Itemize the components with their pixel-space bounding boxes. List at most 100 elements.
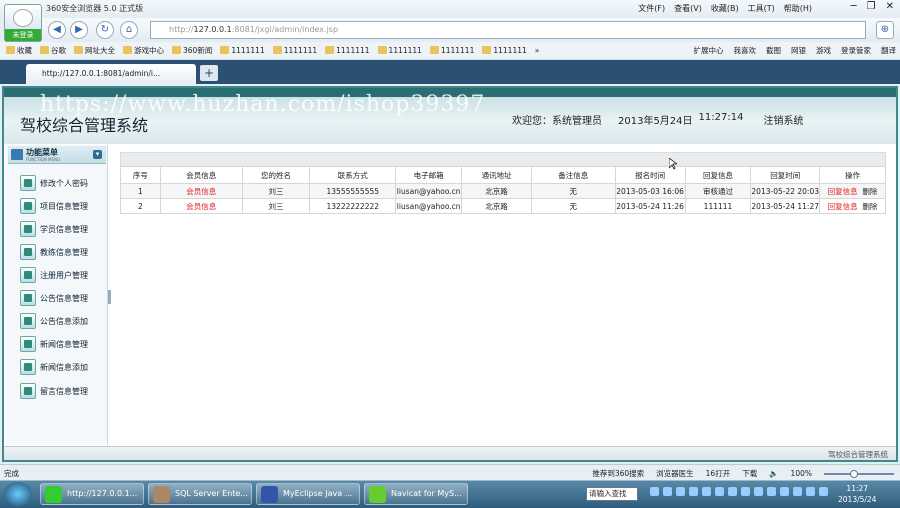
menu-file[interactable]: 文件(F)	[638, 3, 665, 14]
sidebar-item-projects[interactable]: 项目信息管理	[20, 197, 88, 215]
fav-item[interactable]: 1111111	[325, 42, 370, 59]
task-sqlserver[interactable]: SQL Server Ente...	[148, 483, 252, 505]
download-button[interactable]: 下载	[742, 468, 757, 479]
refresh-icon[interactable]: ↻	[96, 21, 114, 39]
fav-item[interactable]: 网址大全	[74, 42, 115, 59]
fav-item[interactable]: 360新闻	[172, 42, 212, 59]
tab-active[interactable]: http://127.0.0.1:8081/admin/i...	[26, 64, 196, 84]
translate-button[interactable]: 翻译	[881, 42, 896, 60]
restore-icon[interactable]: ❐	[867, 1, 876, 12]
member-link[interactable]: 会员信息	[159, 183, 243, 199]
reply-link[interactable]: 回复信息	[828, 187, 858, 196]
reply-link[interactable]: 回复信息	[828, 202, 858, 211]
task-navicat[interactable]: Navicat for MyS...	[364, 483, 468, 505]
user-avatar[interactable]: 未登录	[4, 4, 42, 42]
sidebar-item-messages[interactable]: 留言信息管理	[20, 382, 88, 400]
tray-icon[interactable]	[793, 487, 802, 496]
tray-icon[interactable]	[767, 487, 776, 496]
sound-icon[interactable]: 🔈	[769, 469, 778, 478]
ext-center-button[interactable]: 扩展中心	[694, 42, 724, 60]
tray-icon[interactable]	[806, 487, 815, 496]
fav-label: 1111111	[493, 46, 527, 55]
fav-item[interactable]: 1111111	[482, 42, 527, 59]
fav-label: 1111111	[283, 46, 318, 55]
collapse-icon[interactable]: ▾	[93, 150, 102, 159]
screenshot-button[interactable]: 截图	[766, 42, 781, 60]
tray-icon[interactable]	[780, 487, 789, 496]
fav-more-button[interactable]: »	[535, 42, 540, 59]
fav-item[interactable]: 1111111	[272, 42, 318, 59]
fav-item[interactable]: 游戏中心	[123, 42, 164, 59]
col-address: 通讯地址	[461, 166, 532, 184]
member-link[interactable]: 会员信息	[159, 198, 243, 214]
logout-link[interactable]: 注销系统	[763, 112, 803, 127]
item-icon	[20, 267, 36, 283]
games-button[interactable]: 游戏	[816, 42, 831, 60]
sidebar-item-change-password[interactable]: 修改个人密码	[20, 174, 88, 192]
close-icon[interactable]: ✕	[886, 1, 894, 12]
forward-icon[interactable]: ▶	[70, 21, 88, 39]
cell-reply-time: 2013-05-22 20:03	[750, 183, 820, 199]
sidebar-item-notices[interactable]: 公告信息管理	[20, 289, 88, 307]
search-icon[interactable]: ⊕	[876, 21, 894, 39]
sidebar-item-label: 修改个人密码	[40, 178, 88, 188]
delete-link[interactable]: 删除	[862, 202, 877, 211]
task-label: Navicat for MyS...	[391, 489, 462, 498]
tray-icon[interactable]	[715, 487, 724, 496]
tray-icon[interactable]	[676, 487, 685, 496]
tray-icon[interactable]	[741, 487, 750, 496]
data-table: 序号 会员信息 您的姓名 联系方式 电子邮箱 通讯地址 备注信息 报名时间 回复…	[120, 166, 886, 214]
sidebar-item-users[interactable]: 注册用户管理	[20, 266, 88, 284]
zoom-level[interactable]: 100%	[791, 469, 812, 478]
tray-icon[interactable]	[663, 487, 672, 496]
fav-item[interactable]: 1111111	[220, 42, 265, 59]
login-manager-button[interactable]: 登录管家	[841, 42, 871, 60]
task-myeclipse[interactable]: MyEclipse Java ...	[256, 483, 360, 505]
tray-icon[interactable]	[754, 487, 763, 496]
item-icon	[20, 221, 36, 237]
tray-icon[interactable]	[819, 487, 828, 496]
sidebar-item-add-notice[interactable]: 公告信息添加	[20, 312, 88, 330]
fav-item[interactable]: 谷歌	[40, 42, 66, 59]
open-count-button[interactable]: 16打开	[706, 468, 731, 479]
address-input[interactable]: http://127.0.0.1:8081/jxgl/admin/index.j…	[150, 21, 866, 39]
system-clock[interactable]: 11:27 2013/5/24	[838, 483, 876, 505]
tray-icon[interactable]	[702, 487, 711, 496]
sidebar-item-label: 新闻信息添加	[40, 362, 88, 372]
avatar-icon	[13, 9, 33, 27]
menu-help[interactable]: 帮助(H)	[784, 3, 812, 14]
sidebar-item-coaches[interactable]: 教练信息管理	[20, 243, 88, 261]
cell-actions: 回复信息 删除	[819, 183, 886, 199]
delete-link[interactable]: 删除	[862, 187, 877, 196]
sidebar-item-add-news[interactable]: 新闻信息添加	[20, 358, 88, 376]
splitter-handle[interactable]	[108, 290, 111, 304]
bank-button[interactable]: 网银	[791, 42, 806, 60]
sidebar-item-students[interactable]: 学员信息管理	[20, 220, 88, 238]
menu-view[interactable]: 查看(V)	[674, 3, 702, 14]
database-icon	[153, 486, 170, 503]
fav-item[interactable]: 收藏	[6, 42, 32, 59]
address-host: 127.0.0.1	[193, 25, 232, 34]
minimize-icon[interactable]: ─	[851, 1, 857, 12]
tray-icon[interactable]	[728, 487, 737, 496]
menu-tools[interactable]: 工具(T)	[748, 3, 775, 14]
start-button-icon[interactable]	[4, 482, 32, 506]
doctor-button[interactable]: 浏览器医生	[656, 468, 694, 479]
home-icon[interactable]: ⌂	[120, 21, 138, 39]
tray-icon[interactable]	[689, 487, 698, 496]
back-icon[interactable]: ◀	[48, 21, 66, 39]
sidebar-item-news[interactable]: 新闻信息管理	[20, 335, 88, 353]
tray-icon[interactable]	[650, 487, 659, 496]
fav-item[interactable]: 1111111	[429, 42, 474, 59]
ime-search-input[interactable]: 请输入查找	[586, 487, 638, 501]
login-status[interactable]: 未登录	[5, 29, 41, 41]
fav-item[interactable]: 1111111	[377, 42, 422, 59]
new-tab-button[interactable]: +	[200, 65, 218, 81]
zoom-slider[interactable]	[824, 469, 894, 478]
like-button[interactable]: 我喜欢	[734, 42, 757, 60]
task-browser[interactable]: http://127.0.0.1...	[40, 483, 144, 505]
recommend-button[interactable]: 推荐到360搜索	[592, 468, 644, 479]
menu-favorites[interactable]: 收藏(B)	[711, 3, 739, 14]
zoom-slider-handle[interactable]	[850, 469, 858, 478]
cell-name: 刘三	[241, 198, 311, 214]
